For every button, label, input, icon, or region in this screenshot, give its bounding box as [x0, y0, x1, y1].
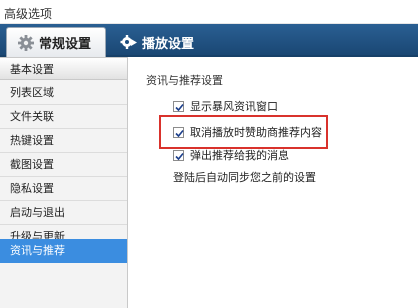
sidebar-item-label: 启动与退出: [10, 206, 65, 219]
sync-note-text: 登陆后自动同步您之前的设置: [173, 171, 316, 184]
checkbox[interactable]: [173, 149, 184, 161]
tab-playback-label: 播放设置: [142, 36, 195, 52]
sidebar-item-label: 基本设置: [10, 63, 54, 76]
sidebar-item-label: 截图设置: [10, 158, 54, 171]
sync-note: 登陆后自动同步您之前的设置: [173, 169, 316, 185]
checkmark-icon: [175, 152, 184, 160]
sidebar-item-label: 热键设置: [10, 134, 54, 147]
play-settings-icon: [120, 33, 138, 51]
option-label: 显示暴风资讯窗口: [190, 100, 278, 113]
sidebar-item-label: 隐私设置: [10, 182, 54, 195]
checkmark-icon: [175, 103, 184, 111]
sidebar-item-label: 资讯与推荐: [10, 244, 65, 257]
sidebar-item-privacy[interactable]: 隐私设置: [0, 177, 127, 200]
sidebar-item-label: 文件关联: [10, 110, 54, 123]
sidebar-item-hotkeys[interactable]: 热键设置: [0, 129, 127, 152]
tab-general-settings[interactable]: 常规设置: [6, 27, 106, 57]
panel-title: 资讯与推荐设置: [146, 74, 223, 87]
highlight-box: [159, 115, 328, 149]
gear-icon: [17, 34, 35, 52]
sidebar-item-news-recommend[interactable]: 资讯与推荐: [0, 239, 127, 263]
sidebar-item-startup-exit[interactable]: 启动与退出: [0, 201, 127, 224]
tab-playback-settings[interactable]: 播放设置: [110, 27, 202, 57]
title-bar: 高级选项: [0, 0, 418, 24]
sidebar-item-basic[interactable]: 基本设置: [0, 57, 127, 80]
sidebar-item-screenshot[interactable]: 截图设置: [0, 153, 127, 176]
checkbox[interactable]: [173, 100, 184, 112]
window-title: 高级选项: [4, 7, 53, 21]
option-label: 弹出推荐给我的消息: [190, 149, 289, 162]
option-popup-recommend[interactable]: 弹出推荐给我的消息: [173, 147, 289, 163]
option-show-news-window[interactable]: 显示暴风资讯窗口: [173, 98, 278, 114]
tab-strip: 常规设置 播放设置: [0, 24, 418, 57]
sidebar: 基本设置 列表区域 文件关联 热键设置 截图设置 隐私设置 启动与退出 升级与更…: [0, 57, 128, 308]
sidebar-item-file-association[interactable]: 文件关联: [0, 105, 127, 128]
sidebar-item-label: 列表区域: [10, 86, 54, 99]
sidebar-item-list-area[interactable]: 列表区域: [0, 81, 127, 104]
tab-general-label: 常规设置: [39, 37, 92, 52]
